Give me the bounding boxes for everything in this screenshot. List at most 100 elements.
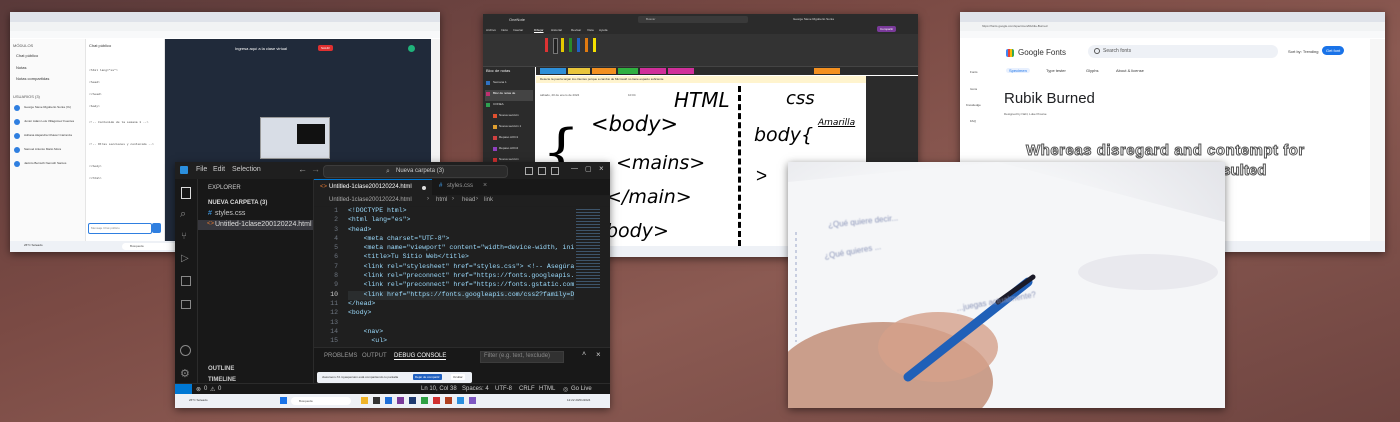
- extensions-icon[interactable]: [181, 276, 191, 286]
- tab-problems[interactable]: PROBLEMS: [324, 353, 357, 359]
- tab-html[interactable]: <> Untitled-1clase200120224.html: [314, 179, 432, 196]
- user-item[interactable]: Adriana Alejandra Chávez Carranza: [12, 131, 82, 145]
- sidebar-item-shared-notes[interactable]: Notas compartidas: [16, 76, 49, 81]
- exit-badge[interactable]: SALIR: [318, 45, 333, 51]
- notebook-item[interactable]: Semana 1: [485, 79, 533, 90]
- chevron-up-icon[interactable]: ˄: [582, 351, 586, 358]
- share-button[interactable]: Compartir: [877, 26, 897, 32]
- minimize-button[interactable]: —: [571, 165, 578, 172]
- search-input[interactable]: Search fonts: [1088, 45, 1278, 58]
- taskbar-app-icon[interactable]: [457, 397, 464, 404]
- command-center[interactable]: ⌕ Nueva carpeta (3): [323, 165, 508, 178]
- notebook-item[interactable]: Bloc de notas de: [485, 90, 533, 101]
- browser-addressbar[interactable]: https://fonts.google.com/specimen/Rubik+…: [960, 22, 1385, 31]
- taskbar-app-icon[interactable]: [385, 397, 392, 404]
- user-item[interactable]: Samuel Antonio Mario Mora: [12, 145, 82, 159]
- stop-share-button[interactable]: Dejar de compartir: [413, 374, 442, 380]
- close-panel-icon[interactable]: ×: [596, 350, 601, 359]
- eol[interactable]: CRLF: [519, 386, 535, 392]
- folder-node[interactable]: NUEVA CARPETA (3): [208, 200, 267, 206]
- tab-debug-console[interactable]: DEBUG CONSOLE: [394, 353, 447, 360]
- minimap[interactable]: [574, 207, 604, 347]
- taskbar-app-icon[interactable]: [445, 397, 452, 404]
- section-tab[interactable]: [668, 68, 694, 74]
- notebook-item[interactable]: Repaso AOC2: [485, 145, 533, 156]
- notebook-item[interactable]: Nueva sección 1: [485, 123, 533, 134]
- taskbar-app-icon[interactable]: [469, 397, 476, 404]
- cursor-position[interactable]: Ln 10, Col 38: [421, 386, 457, 392]
- go-live[interactable]: Go Live: [571, 386, 592, 392]
- close-tab-icon[interactable]: ×: [483, 182, 487, 189]
- taskbar-app-icon[interactable]: [409, 397, 416, 404]
- language-mode[interactable]: HTML: [539, 386, 555, 392]
- settings-gear-icon[interactable]: ⚙: [180, 367, 190, 380]
- layout-icon[interactable]: [525, 167, 533, 175]
- notebook-item[interactable]: Repaso AOC1: [485, 134, 533, 145]
- gf-scrollbar[interactable]: [1370, 39, 1385, 241]
- font-designer: Designed by NaN, Luke Prowse: [1004, 112, 1047, 116]
- get-font-button[interactable]: Get font: [1322, 46, 1345, 55]
- pen-green[interactable]: [569, 38, 572, 52]
- layout-icon[interactable]: [551, 167, 559, 175]
- line-number: 14: [330, 327, 338, 335]
- taskbar-app-icon[interactable]: [373, 397, 380, 404]
- tab-css[interactable]: # styles.css ×: [433, 179, 495, 195]
- pen-blue[interactable]: [577, 38, 580, 52]
- chat-input[interactable]: Mensaje Chat público: [88, 223, 152, 234]
- nav-forward[interactable]: →: [311, 164, 320, 174]
- pen-black[interactable]: [553, 38, 558, 54]
- indentation[interactable]: Spaces: 4: [462, 386, 489, 392]
- pen-red[interactable]: [545, 38, 548, 52]
- nav-back[interactable]: ←: [298, 164, 307, 174]
- unsaved-dot-icon[interactable]: [422, 186, 426, 190]
- explorer-icon[interactable]: [181, 187, 191, 199]
- outline-section[interactable]: OUTLINE: [208, 366, 234, 372]
- section-tab[interactable]: [814, 68, 840, 74]
- account-icon[interactable]: [180, 345, 191, 356]
- search-icon[interactable]: ⌕: [180, 208, 186, 221]
- search-box[interactable]: Busqueda: [122, 243, 182, 250]
- source-control-icon[interactable]: ⑂: [181, 231, 187, 242]
- sidebar-item-chat[interactable]: Chat público: [16, 53, 38, 58]
- run-debug-icon[interactable]: ▷: [181, 253, 189, 264]
- section-tab[interactable]: [640, 68, 666, 74]
- section-tab[interactable]: [540, 68, 566, 74]
- file-item-active[interactable]: <> Untitled-1clase200120224.html: [198, 220, 313, 230]
- sidebar-item-notes[interactable]: Notas: [16, 65, 26, 70]
- google-fonts-logo[interactable]: [1006, 49, 1014, 57]
- tab-output[interactable]: OUTPUT: [362, 353, 387, 359]
- section-tab[interactable]: [592, 68, 616, 74]
- maximize-button[interactable]: ▢: [585, 165, 592, 173]
- start-button[interactable]: [280, 397, 287, 404]
- encoding[interactable]: UTF-8: [495, 386, 512, 392]
- taskbar-app-icon[interactable]: [361, 397, 368, 404]
- remote-icon[interactable]: [181, 300, 191, 309]
- filter-input[interactable]: Filter (e.g. text, !exclude): [480, 351, 564, 363]
- taskbar-app-icon[interactable]: [397, 397, 404, 404]
- section-tab[interactable]: [618, 68, 638, 74]
- mic-icon[interactable]: [408, 45, 415, 52]
- section-tab[interactable]: [568, 68, 590, 74]
- user-item[interactable]: Junior Adam Luis Villagómez Fuentes: [12, 117, 82, 131]
- sort-dropdown[interactable]: Sort by: Trending: [1288, 49, 1318, 54]
- close-button[interactable]: ×: [599, 164, 604, 173]
- hide-button[interactable]: Ocultar: [451, 374, 465, 380]
- user-item[interactable]: Jacinto Bernuth Nemoth Santos: [12, 159, 82, 173]
- code-editor[interactable]: 1 2 3 4 5 6 7 8 9 10 11 12 13 14 15 <!DOCTYPE html> <ht…: [314, 207, 610, 347]
- pen-yellow2[interactable]: [593, 38, 596, 52]
- user-item[interactable]: George Steve Rigoberto Sonia (Yo): [12, 103, 82, 117]
- taskbar-app-icon[interactable]: [433, 397, 440, 404]
- section-icon: [493, 136, 497, 140]
- search-box[interactable]: Busqueda: [291, 397, 351, 405]
- notebook-item[interactable]: Nueva sección: [485, 112, 533, 123]
- paper-fold: [1078, 254, 1218, 290]
- notebook-item[interactable]: CONEA: [485, 101, 533, 112]
- avatar: [14, 147, 20, 153]
- pen-yellow[interactable]: [561, 38, 564, 52]
- search-box[interactable]: Buscar: [638, 16, 748, 23]
- layout-icon[interactable]: [538, 167, 546, 175]
- file-item[interactable]: # styles.css: [198, 209, 313, 219]
- pen-orange[interactable]: [585, 38, 588, 52]
- taskbar-app-icon[interactable]: [421, 397, 428, 404]
- send-button[interactable]: [152, 223, 161, 233]
